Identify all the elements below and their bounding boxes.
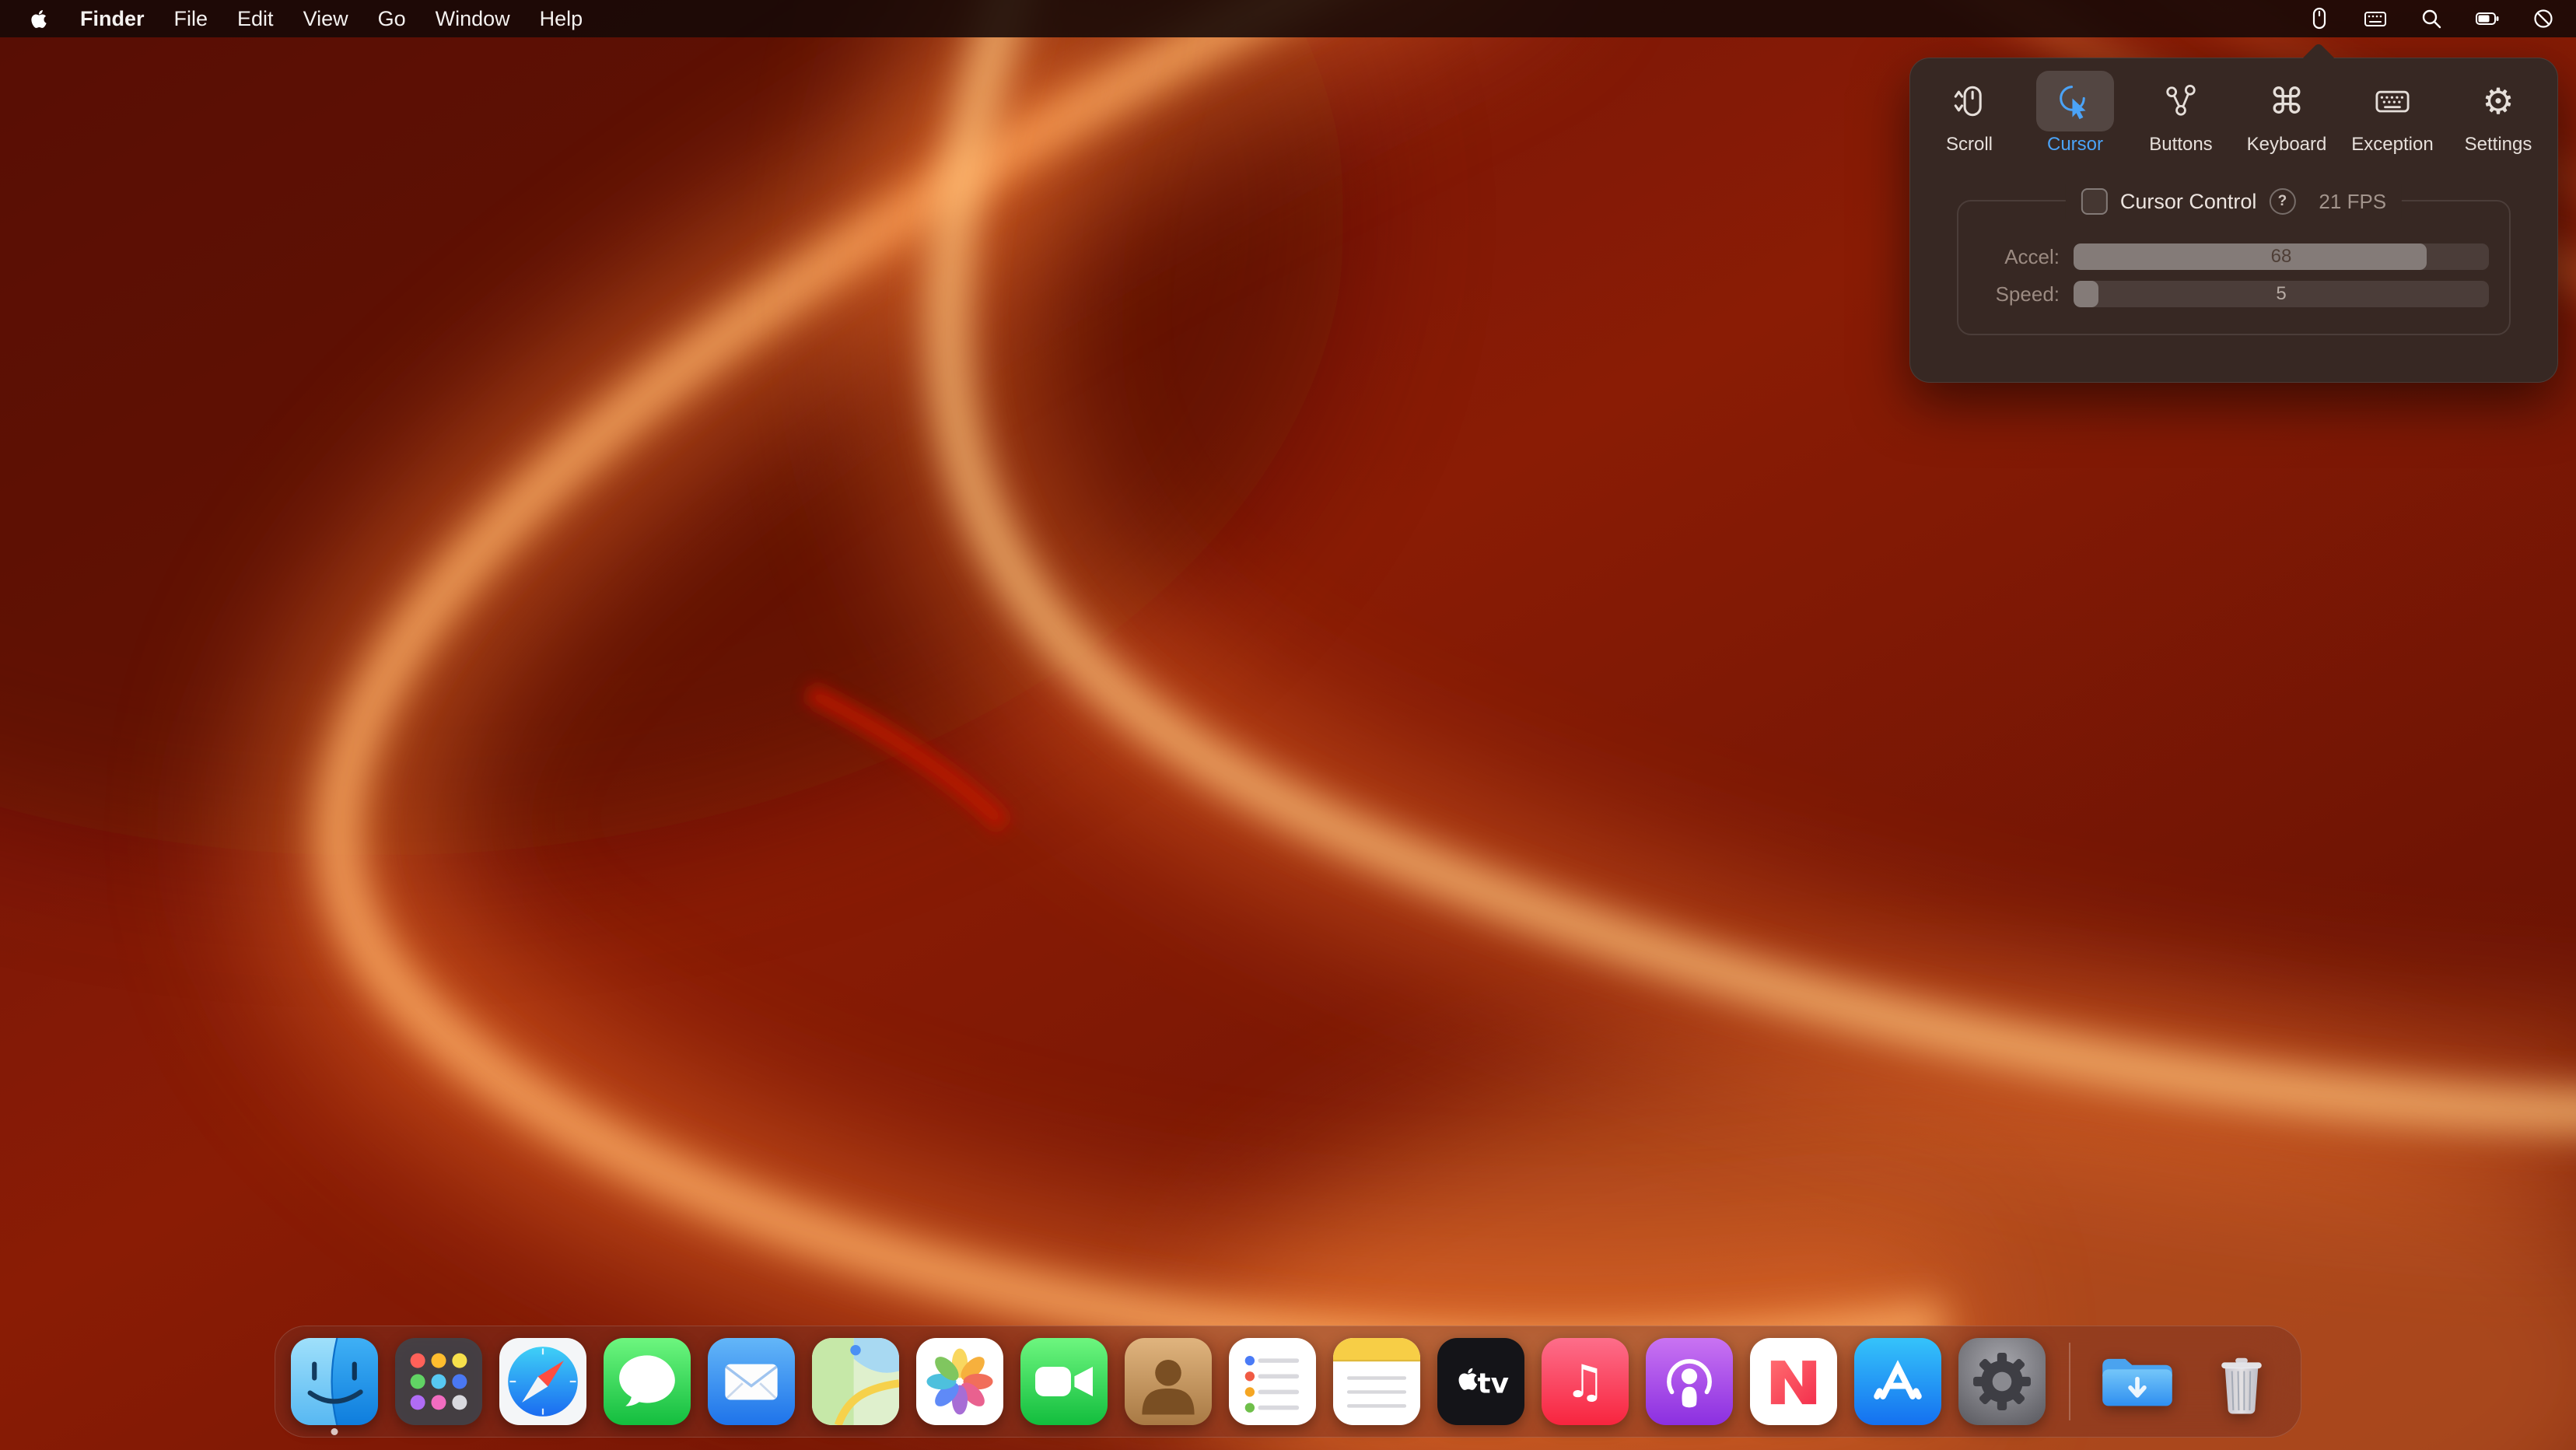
buttons-nodes-icon: [2142, 71, 2220, 131]
accel-label: Accel:: [1979, 245, 2060, 269]
search-icon[interactable]: [2419, 6, 2444, 31]
accel-row: Accel: 68: [1979, 243, 2489, 270]
cursor-control-label: Cursor Control: [2120, 190, 2257, 214]
cursor-control-checkbox[interactable]: [2081, 188, 2108, 215]
dock-messages-icon[interactable]: [604, 1338, 691, 1425]
dock-music-icon[interactable]: ♫: [1542, 1338, 1629, 1425]
dock-app-store-icon[interactable]: [1854, 1338, 1941, 1425]
dock-apple-tv-icon[interactable]: tv: [1437, 1338, 1524, 1425]
mouse-utility-popover: Scroll Cursor Buttons: [1909, 58, 2558, 383]
menu-app-name[interactable]: Finder: [65, 7, 159, 31]
tab-buttons[interactable]: Buttons: [2131, 71, 2231, 155]
gear-icon: ⚙: [2459, 71, 2537, 131]
dock-system-settings-icon[interactable]: [1958, 1338, 2046, 1425]
keyboard-status-icon[interactable]: [2363, 6, 2388, 31]
menu-window[interactable]: Window: [421, 7, 525, 31]
dock-divider: [2069, 1343, 2070, 1420]
dock-maps-icon[interactable]: [812, 1338, 899, 1425]
dnd-circle-icon[interactable]: [2531, 6, 2556, 31]
speed-label: Speed:: [1979, 282, 2060, 306]
tab-settings-label: Settings: [2465, 135, 2532, 155]
dock-podcasts-icon[interactable]: [1646, 1338, 1733, 1425]
tab-keyboard-label: Keyboard: [2247, 135, 2327, 155]
dock-news-icon[interactable]: [1750, 1338, 1837, 1425]
tv-glyph: tv: [1477, 1368, 1508, 1400]
help-icon[interactable]: ?: [2269, 188, 2295, 215]
speed-row: Speed: 5: [1979, 281, 2489, 307]
dock-notes-icon[interactable]: [1333, 1338, 1420, 1425]
tab-scroll[interactable]: Scroll: [1920, 71, 2019, 155]
mouse-status-icon[interactable]: [2307, 6, 2332, 31]
dock-launchpad-icon[interactable]: [395, 1338, 482, 1425]
dock: tv ♫: [275, 1326, 2301, 1438]
popover-tab-bar: Scroll Cursor Buttons: [1910, 58, 2557, 155]
tab-exception-label: Exception: [2351, 135, 2433, 155]
command-key-icon: ⌘: [2248, 71, 2326, 131]
tab-cursor[interactable]: Cursor: [2025, 71, 2125, 155]
menu-help[interactable]: Help: [525, 7, 598, 31]
tab-buttons-label: Buttons: [2149, 135, 2212, 155]
cursor-click-icon: [2036, 71, 2114, 131]
cursor-control-groupbox: Cursor Control ? 21 FPS Accel: 68 Speed:…: [1957, 200, 2511, 335]
menu-file[interactable]: File: [159, 7, 223, 31]
battery-icon[interactable]: [2475, 6, 2500, 31]
tab-exception[interactable]: Exception: [2343, 71, 2442, 155]
speed-value: 5: [2074, 281, 2489, 307]
dock-facetime-icon[interactable]: [1020, 1338, 1108, 1425]
accel-value: 68: [2074, 243, 2489, 270]
dock-reminders-icon[interactable]: [1229, 1338, 1316, 1425]
accel-slider[interactable]: 68: [2074, 243, 2489, 270]
keyboard-grid-icon: [2354, 71, 2431, 131]
dock-safari-icon[interactable]: [499, 1338, 586, 1425]
dock-photos-icon[interactable]: [916, 1338, 1003, 1425]
fps-readout: 21 FPS: [2319, 190, 2386, 214]
apple-menu-icon[interactable]: [23, 8, 54, 30]
tab-keyboard[interactable]: ⌘ Keyboard: [2237, 71, 2336, 155]
music-note-glyph: ♫: [1565, 1355, 1605, 1408]
dock-trash-icon[interactable]: [2198, 1338, 2285, 1425]
tab-scroll-label: Scroll: [1946, 135, 1993, 155]
menu-edit[interactable]: Edit: [222, 7, 289, 31]
menu-bar: Finder File Edit View Go Window Help: [0, 0, 2576, 37]
menu-view[interactable]: View: [289, 7, 363, 31]
dock-finder-icon[interactable]: [291, 1338, 378, 1425]
speed-slider[interactable]: 5: [2074, 281, 2489, 307]
running-indicator: [331, 1428, 338, 1435]
dock-contacts-icon[interactable]: [1125, 1338, 1212, 1425]
tab-settings[interactable]: ⚙ Settings: [2448, 71, 2548, 155]
cursor-control-row: Cursor Control ? 21 FPS: [2066, 184, 2402, 219]
menu-go[interactable]: Go: [363, 7, 421, 31]
dock-downloads-folder-icon[interactable]: [2094, 1338, 2181, 1425]
tab-cursor-label: Cursor: [2047, 135, 2103, 155]
scroll-mouse-icon: [1930, 71, 2008, 131]
dock-mail-icon[interactable]: [708, 1338, 795, 1425]
